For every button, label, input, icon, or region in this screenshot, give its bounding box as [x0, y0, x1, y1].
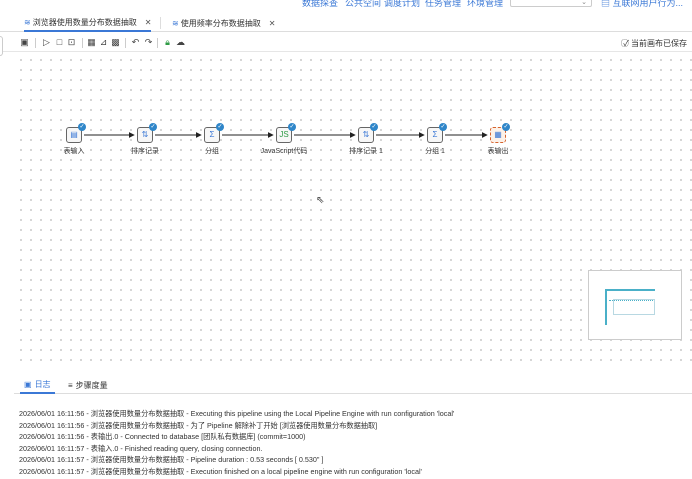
- pipeline-node[interactable]: ▦ ✓: [490, 123, 510, 143]
- log-line: 2026/06/01 16:11:57 - 浏览器使用数量分布数据抽取 - Pi…: [19, 455, 324, 464]
- pipeline-node[interactable]: Σ ✓: [204, 123, 224, 143]
- save-status-text: 当前画布已保存: [631, 39, 687, 48]
- pipeline-node[interactable]: ▤ ✓: [66, 123, 86, 143]
- save-icon[interactable]: ▣: [19, 37, 30, 48]
- undo-icon[interactable]: ↶: [130, 37, 141, 48]
- log-icon: ▣: [24, 379, 32, 389]
- success-check-icon: ✓: [370, 123, 378, 131]
- pipeline-node-label: 排序记录 1: [349, 148, 383, 155]
- nav-public-space[interactable]: 公共空间: [345, 0, 381, 8]
- pipeline-node[interactable]: JS ✓: [276, 123, 296, 143]
- log-line: 2026/06/01 16:11:56 - 表输出.0 - Connected …: [19, 432, 306, 441]
- pipeline-node[interactable]: ⇅ ✓: [358, 123, 378, 143]
- pipeline-node[interactable]: Σ ✓: [427, 123, 447, 143]
- log-panel-tabs: ▣ 日志 ≡ 步骤度量: [14, 376, 692, 394]
- editor-tabs: ≋ 浏览器使用数量分布数据抽取 ✕ ≋ 使用频率分布数据抽取 ✕: [0, 14, 692, 32]
- success-check-icon: ✓: [149, 123, 157, 131]
- save-status: ✓⃝ 当前画布已保存: [623, 38, 687, 49]
- transform-icon: JS: [279, 130, 289, 139]
- transform-icon: Σ: [209, 130, 215, 139]
- tab-label: 使用频率分布数据抽取: [180, 18, 261, 28]
- chevron-down-icon: ⌄: [581, 0, 587, 6]
- canvas-minimap[interactable]: [588, 270, 682, 340]
- minimap-flow: [609, 300, 653, 302]
- chart-icon[interactable]: ⊿: [98, 37, 109, 48]
- nav-task-management[interactable]: 任务管理: [425, 0, 461, 8]
- workspace-select[interactable]: ⌄: [510, 0, 592, 7]
- tab-usage-frequency-extract[interactable]: ≋ 使用频率分布数据抽取 ✕: [172, 14, 275, 32]
- sidebar-collapse-handle[interactable]: [0, 36, 3, 56]
- project-icon: ▤: [601, 0, 613, 8]
- log-line: 2026/06/01 16:11:56 - 浏览器使用数量分布数据抽取 - Ex…: [19, 409, 455, 418]
- tab-step-metrics[interactable]: ≡ 步骤度量: [64, 376, 112, 394]
- close-icon[interactable]: ✕: [145, 18, 152, 27]
- toolbar-divider: [157, 38, 158, 48]
- toolbar-divider: [35, 38, 36, 48]
- pipeline-toolbar: ▣ ▷ □ ⊡ ▦ ⊿ ▩ ↶ ↷ 🔒︎ ☁ ✓⃝ 当前画布已保存: [0, 34, 692, 52]
- project-selector[interactable]: ▤ 互联网用户行为...: [601, 0, 683, 8]
- pipeline-node-label: 表输出: [487, 148, 509, 155]
- log-line: 2026/06/01 16:11:57 - 表输入.0 - Finished r…: [19, 443, 263, 453]
- check-circle-icon: ✓⃝: [623, 39, 631, 48]
- layout-icon[interactable]: ▦: [86, 37, 97, 48]
- toolbar-divider: [82, 38, 83, 48]
- run-icon[interactable]: ▷: [41, 37, 52, 48]
- pipeline-node-label: 分组: [205, 148, 219, 155]
- tab-label: 浏览器使用数量分布数据抽取: [32, 17, 137, 27]
- transform-icon: ⇅: [362, 130, 370, 139]
- log-line: 2026/06/01 16:11:56 - 浏览器使用数量分布数据抽取 - 为了…: [19, 420, 378, 430]
- close-icon[interactable]: ✕: [269, 19, 276, 28]
- success-check-icon: ✓: [502, 123, 510, 131]
- top-navigation: 数据探查 公共空间 调度计划 任务管理 环境管理 ⌄ ▤ 互联网用户行为...: [0, 0, 692, 8]
- success-check-icon: ✓: [288, 123, 296, 131]
- success-check-icon: ✓: [439, 123, 447, 131]
- metrics-icon: ≡: [68, 380, 73, 390]
- tab-step-metrics-label: 步骤度量: [75, 380, 108, 390]
- log-line: 2026/06/01 16:11:57 - 浏览器使用数量分布数据抽取 - Ex…: [19, 466, 422, 476]
- tab-divider: [160, 17, 161, 29]
- upload-icon[interactable]: ☁: [175, 37, 186, 48]
- nav-environment-management[interactable]: 环境管理: [467, 0, 503, 8]
- pipeline-node-label: 分组 1: [425, 148, 445, 155]
- preview-icon[interactable]: ⊡: [66, 37, 77, 48]
- stop-icon[interactable]: □: [54, 37, 65, 48]
- lock-icon[interactable]: 🔒︎: [162, 37, 173, 48]
- nav-schedule-plan[interactable]: 调度计划: [384, 0, 420, 8]
- transform-icon: ▦: [494, 130, 502, 139]
- pipeline-icon: ≋: [172, 18, 179, 28]
- tab-browser-usage-extract[interactable]: ≋ 浏览器使用数量分布数据抽取 ✕: [24, 14, 152, 32]
- tab-log[interactable]: ▣ 日志: [20, 376, 55, 394]
- redo-icon[interactable]: ↷: [143, 37, 154, 48]
- success-check-icon: ✓: [216, 123, 224, 131]
- log-output: 2026/06/01 16:11:56 - 浏览器使用数量分布数据抽取 - Ex…: [19, 408, 689, 477]
- pipeline-node-label: 表输入: [63, 148, 85, 155]
- transform-icon: ▤: [70, 130, 78, 139]
- pipeline-node[interactable]: ⇅ ✓: [137, 123, 157, 143]
- transform-icon: ⇅: [141, 130, 149, 139]
- nav-data-explore[interactable]: 数据探查: [302, 0, 338, 8]
- pipeline-node-label: JavaScript代码: [260, 148, 308, 155]
- pipeline-icon: ≋: [24, 17, 31, 27]
- toolbar-divider: [125, 38, 126, 48]
- project-name: 互联网用户行为...: [612, 0, 684, 8]
- tab-log-label: 日志: [34, 379, 51, 389]
- mouse-cursor-icon: ⇖: [316, 195, 325, 206]
- grid-icon[interactable]: ▩: [110, 37, 121, 48]
- transform-icon: Σ: [432, 130, 438, 139]
- success-check-icon: ✓: [78, 123, 86, 131]
- pipeline-node-label: 排序记录: [131, 148, 159, 155]
